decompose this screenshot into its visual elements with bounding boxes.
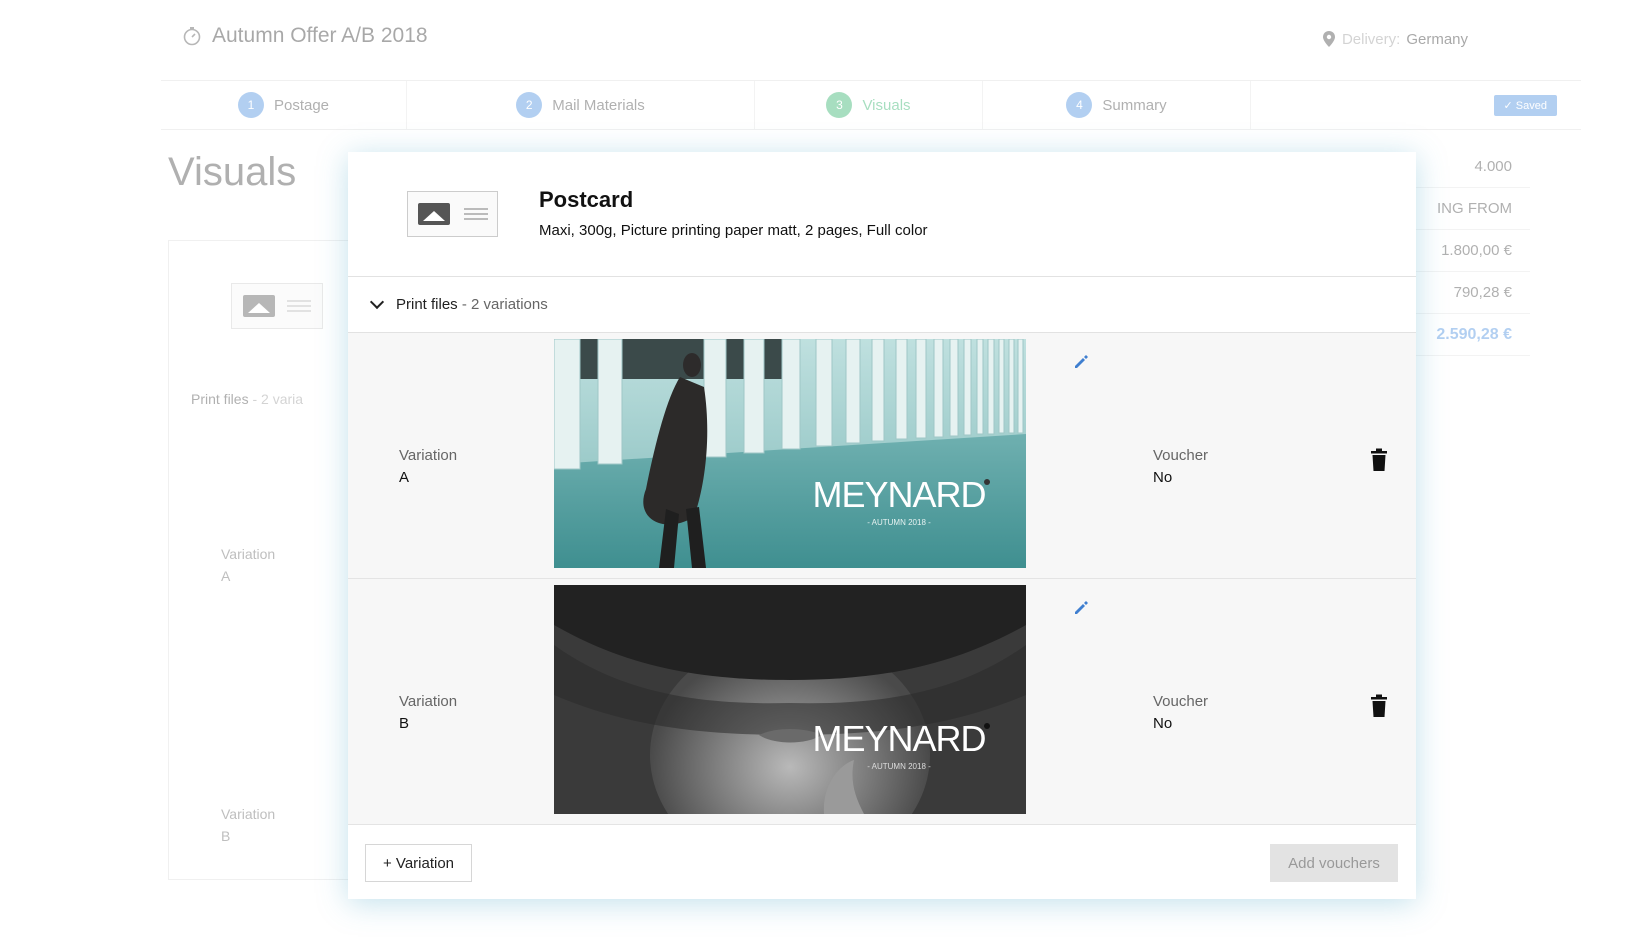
variation-key: Variation	[399, 693, 458, 710]
modal-title: Postcard	[539, 187, 634, 212]
variation-key: Variation	[221, 546, 276, 562]
modal-footer: + Variation Add vouchers	[348, 827, 1416, 899]
step-label: Mail Materials	[552, 96, 645, 114]
image-icon	[243, 295, 275, 317]
voucher-key: Voucher	[1153, 447, 1209, 464]
variation-value: B	[221, 828, 231, 844]
timer-icon	[183, 27, 201, 46]
step-number: 2	[516, 92, 543, 118]
image-icon	[417, 203, 450, 225]
variation-key: Variation	[221, 806, 276, 822]
brand-tagline: - AUTUMN 2018 -	[867, 762, 931, 771]
step-label: Summary	[1102, 96, 1167, 114]
delivery-value: Germany	[1406, 30, 1468, 48]
step-postage[interactable]: 1 Postage	[161, 81, 407, 129]
variation-label: Variation A	[399, 445, 457, 489]
voucher-value: No	[1153, 469, 1173, 486]
saved-badge: ✓ Saved	[1493, 94, 1557, 116]
campaign-title: Autumn Offer A/B 2018	[212, 24, 428, 47]
trash-icon[interactable]	[1369, 694, 1389, 718]
modal-header: Postcard Maxi, 300g, Picture printing pa…	[348, 152, 1416, 277]
step-visuals[interactable]: 3 Visuals	[755, 81, 983, 129]
print-files-label: Print files	[191, 391, 249, 407]
variation-b-label: Variation B	[221, 803, 275, 847]
modal-subtitle: Maxi, 300g, Picture printing paper matt,…	[539, 222, 928, 239]
brand-tagline: - AUTUMN 2018 -	[867, 518, 931, 527]
variation-value: A	[221, 568, 231, 584]
postcard-thumbnail	[407, 191, 498, 237]
variation-value: A	[399, 469, 410, 486]
lines-icon	[463, 208, 488, 220]
voucher-key: Voucher	[1153, 693, 1209, 710]
voucher-info: Voucher No	[1153, 691, 1208, 735]
voucher-value: No	[1153, 715, 1173, 732]
trash-icon[interactable]	[1369, 448, 1389, 472]
variation-value: B	[399, 715, 410, 732]
delivery-info[interactable]: Delivery: Germany	[1322, 30, 1468, 48]
add-vouchers-button[interactable]: Add vouchers	[1270, 844, 1398, 882]
voucher-info: Voucher No	[1153, 445, 1208, 489]
variation-key: Variation	[399, 447, 458, 464]
variation-label: Variation B	[399, 691, 457, 735]
delivery-label: Delivery:	[1341, 30, 1401, 48]
variation-b-visual[interactable]: MEYNARD - AUTUMN 2018 -	[554, 585, 1026, 814]
print-files-label: Print files	[396, 296, 458, 313]
print-files-count: - 2 varia	[252, 391, 304, 407]
variation-a-visual[interactable]: MEYNARD - AUTUMN 2018 -	[554, 339, 1026, 568]
postcard-thumbnail	[231, 283, 323, 329]
background-mail-card: Print files - 2 varia Variation A Variat…	[168, 240, 358, 880]
brand-logo: MEYNARD	[812, 474, 985, 515]
step-number: 4	[1066, 92, 1093, 118]
step-number: 1	[237, 92, 264, 118]
brand-logo: MEYNARD	[812, 718, 985, 759]
add-variation-button[interactable]: + Variation	[365, 844, 473, 882]
print-files-toggle[interactable]: Print files - 2 variations	[348, 277, 1416, 333]
variation-row-a: Variation A MEYNARD - AUTUMN 2018 - Vouc…	[348, 333, 1416, 579]
variation-row-b: Variation B MEYNARD - AUTUMN 2018 - Vouc…	[348, 579, 1416, 825]
step-mail-materials[interactable]: 2 Mail Materials	[407, 81, 755, 129]
pencil-icon[interactable]	[1070, 351, 1092, 373]
step-number: 3	[826, 92, 853, 118]
print-files-toggle[interactable]: Print files - 2 varia	[191, 391, 303, 407]
variation-a-label: Variation A	[221, 543, 275, 587]
location-pin-icon	[1322, 31, 1335, 47]
pencil-icon[interactable]	[1070, 597, 1092, 619]
page: Autumn Offer A/B 2018 Delivery: Germany …	[0, 0, 1640, 944]
step-label: Postage	[273, 96, 330, 114]
print-files-count: - 2 variations	[461, 296, 548, 313]
lines-icon	[287, 300, 311, 312]
chevron-down-icon[interactable]	[369, 294, 385, 309]
campaign-header: Autumn Offer A/B 2018	[182, 24, 428, 48]
postcard-modal: Postcard Maxi, 300g, Picture printing pa…	[348, 152, 1416, 899]
step-summary[interactable]: 4 Summary	[983, 81, 1251, 129]
step-label: Visuals	[862, 96, 911, 114]
page-title: Visuals	[168, 150, 297, 194]
wizard-stepper: 1 Postage 2 Mail Materials 3 Visuals 4 S…	[161, 80, 1581, 130]
